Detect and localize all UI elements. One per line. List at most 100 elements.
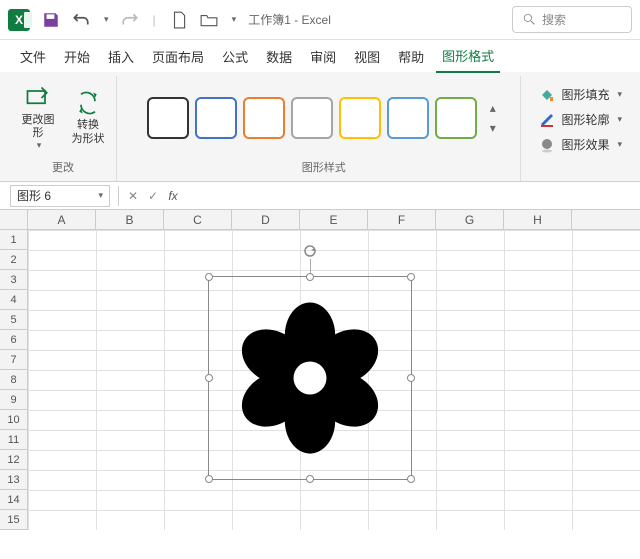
group-change-label: 更改 bbox=[16, 157, 110, 179]
tab-view[interactable]: 视图 bbox=[348, 41, 386, 72]
row-header-5[interactable]: 5 bbox=[0, 310, 28, 330]
quick-access-toolbar: ▾ | ▾ bbox=[42, 11, 236, 29]
row-header-14[interactable]: 14 bbox=[0, 490, 28, 510]
paint-bucket-icon bbox=[539, 87, 555, 103]
chevron-down-icon: ▾ bbox=[98, 190, 103, 201]
col-header-F[interactable]: F bbox=[368, 210, 436, 229]
col-header-C[interactable]: C bbox=[164, 210, 232, 229]
tab-data[interactable]: 数据 bbox=[260, 41, 298, 72]
save-icon[interactable] bbox=[42, 11, 60, 29]
tab-formula[interactable]: 公式 bbox=[216, 41, 254, 72]
col-header-H[interactable]: H bbox=[504, 210, 572, 229]
name-box[interactable]: 图形 6 ▾ bbox=[10, 185, 110, 207]
col-header-D[interactable]: D bbox=[232, 210, 300, 229]
row-header-9[interactable]: 9 bbox=[0, 390, 28, 410]
style-gallery: ▴▾ bbox=[147, 78, 501, 157]
formula-bar: 图形 6 ▾ ✕ ✓ fx bbox=[0, 182, 640, 210]
style-swatch-6[interactable] bbox=[435, 97, 477, 139]
row-header-10[interactable]: 10 bbox=[0, 410, 28, 430]
resize-handle-w[interactable] bbox=[205, 374, 213, 382]
col-header-B[interactable]: B bbox=[96, 210, 164, 229]
tab-layout[interactable]: 页面布局 bbox=[146, 41, 210, 72]
undo-icon[interactable] bbox=[72, 11, 90, 29]
qat-overflow-icon[interactable]: ▾ bbox=[232, 14, 237, 25]
fx-button[interactable]: fx bbox=[163, 189, 183, 203]
cells-area[interactable] bbox=[28, 230, 640, 530]
window-title: 工作簿1 - Excel bbox=[248, 11, 331, 28]
row-header-4[interactable]: 4 bbox=[0, 290, 28, 310]
excel-app-icon: X bbox=[8, 9, 30, 31]
formula-input[interactable] bbox=[183, 185, 640, 207]
shape-outline-label: 图形轮廓 bbox=[561, 111, 609, 128]
row-header-15[interactable]: 15 bbox=[0, 510, 28, 530]
select-all-corner[interactable] bbox=[0, 210, 28, 229]
style-swatch-3[interactable] bbox=[291, 97, 333, 139]
row-header-13[interactable]: 13 bbox=[0, 470, 28, 490]
spreadsheet-grid: ABCDEFGH 123456789101112131415 bbox=[0, 210, 640, 530]
col-header-A[interactable]: A bbox=[28, 210, 96, 229]
search-box[interactable]: 搜索 bbox=[512, 6, 632, 33]
style-swatch-1[interactable] bbox=[195, 97, 237, 139]
tab-home[interactable]: 开始 bbox=[58, 41, 96, 72]
group-styles: ▴▾ 图形样式 bbox=[127, 76, 521, 181]
title-bar: X ▾ | ▾ 工作簿1 - Excel 搜索 bbox=[0, 0, 640, 40]
outline-icon bbox=[539, 112, 555, 128]
resize-handle-e[interactable] bbox=[407, 374, 415, 382]
style-swatch-2[interactable] bbox=[243, 97, 285, 139]
accept-formula-button[interactable]: ✓ bbox=[143, 189, 163, 203]
shape-fill-button[interactable]: 图形填充▾ bbox=[537, 84, 624, 105]
style-swatch-4[interactable] bbox=[339, 97, 381, 139]
undo-dropdown-icon[interactable]: ▾ bbox=[104, 14, 109, 25]
column-headers: ABCDEFGH bbox=[0, 210, 640, 230]
resize-handle-ne[interactable] bbox=[407, 273, 415, 281]
convert-shape-label: 转换 为形状 bbox=[72, 119, 105, 145]
rotate-icon bbox=[302, 243, 318, 259]
resize-handle-nw[interactable] bbox=[205, 273, 213, 281]
row-header-12[interactable]: 12 bbox=[0, 450, 28, 470]
row-header-1[interactable]: 1 bbox=[0, 230, 28, 250]
rotate-connector bbox=[310, 259, 311, 273]
new-file-icon[interactable] bbox=[170, 11, 188, 29]
chevron-down-icon: ▾ bbox=[37, 140, 42, 151]
search-icon bbox=[523, 13, 536, 26]
style-gallery-more[interactable]: ▴▾ bbox=[485, 101, 501, 135]
shape-effects-button[interactable]: 图形效果▾ bbox=[537, 134, 624, 155]
group-styles-label: 图形样式 bbox=[133, 157, 514, 179]
resize-handle-se[interactable] bbox=[407, 475, 415, 483]
resize-handle-sw[interactable] bbox=[205, 475, 213, 483]
name-box-value: 图形 6 bbox=[17, 187, 51, 204]
row-header-6[interactable]: 6 bbox=[0, 330, 28, 350]
col-header-G[interactable]: G bbox=[436, 210, 504, 229]
shape-fill-label: 图形填充 bbox=[561, 86, 609, 103]
redo-icon[interactable] bbox=[121, 11, 139, 29]
search-placeholder: 搜索 bbox=[542, 11, 566, 28]
ribbon-tabs: 文件 开始 插入 页面布局 公式 数据 审阅 视图 帮助 图形格式 bbox=[0, 40, 640, 72]
shape-selection[interactable] bbox=[208, 276, 412, 480]
resize-handle-s[interactable] bbox=[306, 475, 314, 483]
row-header-8[interactable]: 8 bbox=[0, 370, 28, 390]
ribbon: 更改图 形 ▾ 转换 为形状 更改 ▴▾ 图形样式 图形填充▾ 图形轮廓▾ bbox=[0, 72, 640, 182]
col-header-E[interactable]: E bbox=[300, 210, 368, 229]
change-shape-button[interactable]: 更改图 形 ▾ bbox=[16, 84, 60, 151]
cancel-formula-button[interactable]: ✕ bbox=[123, 189, 143, 203]
tab-review[interactable]: 审阅 bbox=[304, 41, 342, 72]
row-header-2[interactable]: 2 bbox=[0, 250, 28, 270]
tab-shape-format[interactable]: 图形格式 bbox=[436, 40, 500, 73]
rotate-handle[interactable] bbox=[302, 243, 318, 259]
convert-shape-button[interactable]: 转换 为形状 bbox=[66, 89, 110, 145]
row-header-7[interactable]: 7 bbox=[0, 350, 28, 370]
row-header-3[interactable]: 3 bbox=[0, 270, 28, 290]
row-header-11[interactable]: 11 bbox=[0, 430, 28, 450]
change-shape-icon bbox=[24, 84, 52, 112]
open-folder-icon[interactable] bbox=[200, 11, 218, 29]
flower-shape[interactable] bbox=[233, 301, 388, 456]
style-swatch-0[interactable] bbox=[147, 97, 189, 139]
group-change: 更改图 形 ▾ 转换 为形状 更改 bbox=[10, 76, 117, 181]
shape-outline-button[interactable]: 图形轮廓▾ bbox=[537, 109, 624, 130]
tab-file[interactable]: 文件 bbox=[14, 41, 52, 72]
tab-help[interactable]: 帮助 bbox=[392, 41, 430, 72]
tab-insert[interactable]: 插入 bbox=[102, 41, 140, 72]
change-shape-label: 更改图 形 bbox=[22, 114, 55, 140]
style-swatch-5[interactable] bbox=[387, 97, 429, 139]
resize-handle-n[interactable] bbox=[306, 273, 314, 281]
